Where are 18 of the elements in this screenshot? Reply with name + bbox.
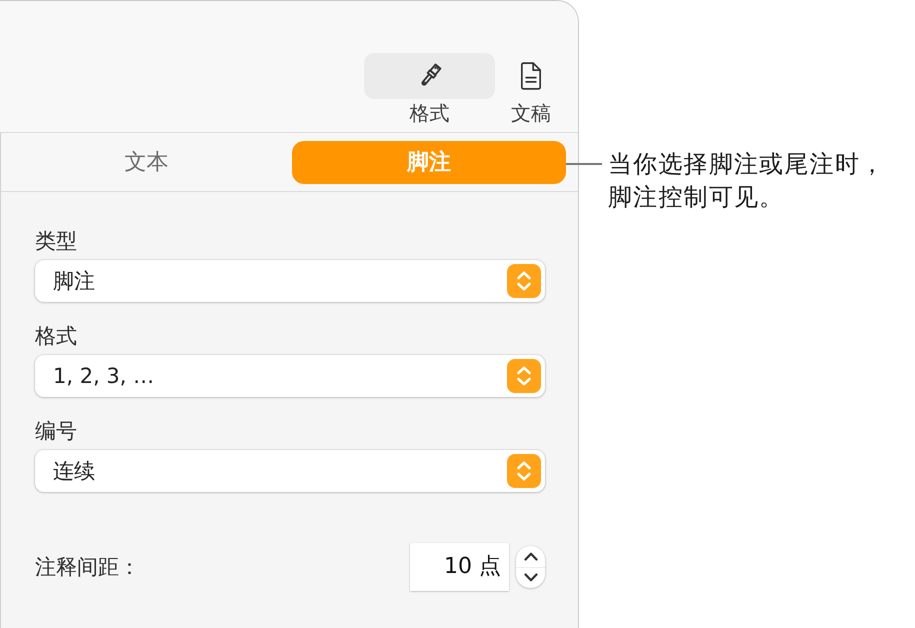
popup-menu[interactable]: 连续	[35, 450, 545, 492]
callout-text: 当你选择脚注或尾注时，脚注控制可见。	[608, 149, 886, 213]
toolbar-button[interactable]: 文稿	[508, 53, 554, 125]
tab[interactable]: 文本	[1, 140, 292, 184]
field-label: 注释间距：	[35, 555, 140, 579]
field-label: 格式	[35, 324, 77, 348]
chevron-up-icon	[524, 552, 538, 561]
up-down-chevrons-icon	[507, 264, 541, 298]
field-label: 类型	[35, 229, 77, 253]
up-down-chevrons-icon	[507, 454, 541, 488]
chevron-down-icon	[524, 573, 538, 582]
number-field[interactable]: 10 点	[410, 543, 509, 591]
field-label: 编号	[35, 419, 77, 443]
popup-menu[interactable]: 1, 2, 3, …	[35, 355, 545, 397]
up-down-chevrons-icon	[507, 359, 541, 393]
popup-menu[interactable]: 脚注	[35, 260, 545, 302]
leader-line	[566, 163, 602, 164]
document-icon	[520, 62, 542, 90]
